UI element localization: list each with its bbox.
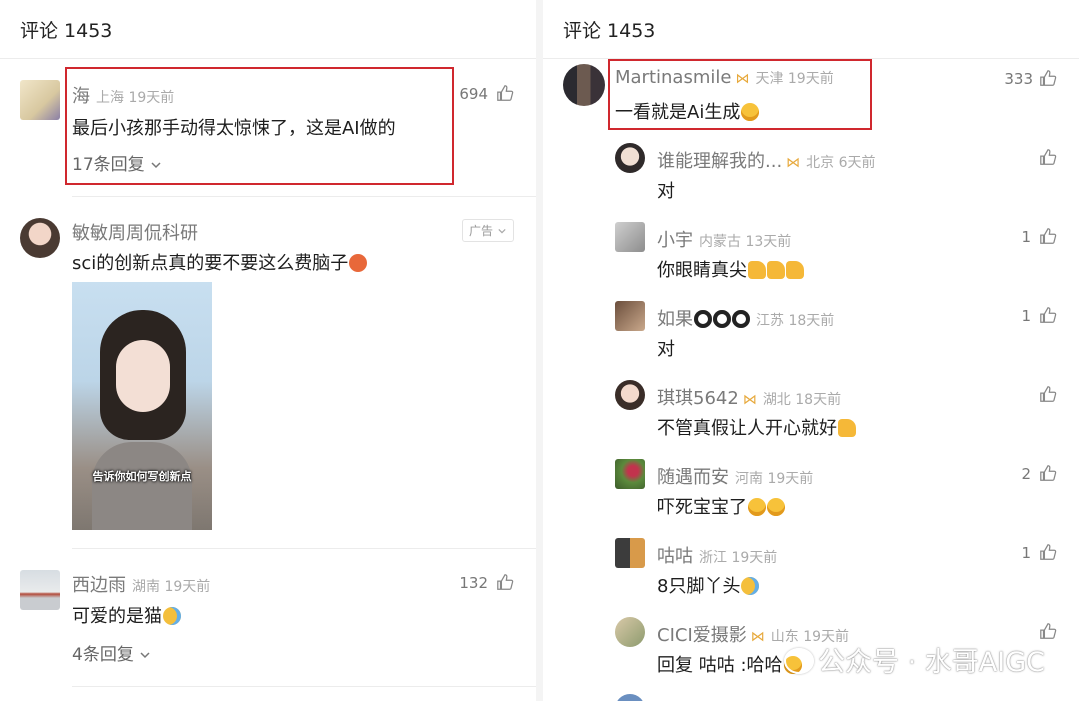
comment-text: 可爱的是猫: [72, 602, 181, 628]
vip-badge-icon: ⋈: [742, 392, 757, 408]
thumbs-up-icon[interactable]: [1039, 306, 1057, 324]
left-comment-panel: 评论 1453 海上海 19天前 694 最后小孩那手动得太惊悚了，这是AI做的…: [0, 0, 536, 701]
grin-emoji: [767, 498, 785, 516]
wechat-icon: [784, 648, 815, 674]
video-caption: 告诉你如何写创新点: [92, 470, 192, 483]
avatar[interactable]: [563, 64, 605, 106]
comment-text: sci的创新点真的要不要这么费脑子: [72, 249, 368, 275]
thumbs-up-icon[interactable]: [1039, 543, 1057, 561]
comments-header: 评论 1453: [563, 20, 656, 42]
highlight-box: [65, 67, 454, 185]
cry-laugh-emoji: [741, 577, 760, 595]
face-shape: [116, 340, 170, 412]
eight-ball-emoji: [713, 310, 731, 328]
thumbs-emoji: [748, 261, 766, 279]
highlight-box: [608, 59, 872, 130]
vip-badge-icon: ⋈: [786, 155, 801, 171]
chevron-down-icon: [498, 228, 506, 234]
reply-text: 你眼睛真尖: [657, 256, 804, 282]
comment-meta: 湖南 19天前: [132, 579, 211, 595]
grin-emoji: [748, 498, 766, 516]
like-count: 132: [459, 574, 488, 592]
comments-header: 评论 1453: [20, 20, 113, 42]
reply-text: 对: [657, 181, 675, 202]
like-count: 333: [1004, 70, 1033, 88]
thumbs-emoji: [786, 261, 804, 279]
avatar[interactable]: [20, 570, 60, 610]
thumbs-up-icon[interactable]: [1039, 148, 1057, 166]
ad-video-thumbnail[interactable]: 告诉你如何写创新点: [72, 282, 212, 530]
right-comment-panel: 评论 1453 Martinasmile ⋈ 天津 19天前 333 一看就是Ai生…: [543, 0, 1079, 701]
reply-text: 对: [657, 339, 675, 360]
reply-text: 吓死宝宝了: [657, 493, 785, 519]
reply-author[interactable]: 咕咕 浙江 19天前: [657, 542, 777, 568]
avatar[interactable]: [615, 301, 645, 331]
thumbs-up-icon[interactable]: [1039, 464, 1057, 482]
thumbs-up-icon[interactable]: [1039, 385, 1057, 403]
avatar[interactable]: [615, 143, 645, 173]
avatar[interactable]: [615, 617, 645, 647]
divider: [72, 548, 536, 549]
angry-emoji: [349, 254, 368, 272]
avatar[interactable]: [615, 538, 645, 568]
reply-author[interactable]: 如果 江苏 18天前: [657, 305, 834, 331]
eight-ball-emoji: [732, 310, 750, 328]
like-count: 1: [1021, 228, 1031, 246]
comment-author[interactable]: 西边雨 湖南 19天前: [72, 571, 210, 597]
divider: [0, 58, 536, 59]
thumbs-emoji: [767, 261, 785, 279]
thumbs-up-icon[interactable]: [1039, 69, 1057, 87]
thumbs-up-icon[interactable]: [496, 573, 514, 591]
reply-text: 8只脚丫头: [657, 572, 760, 598]
thumbs-up-icon[interactable]: [1039, 622, 1057, 640]
comment-author[interactable]: 敏敏周周侃科研: [72, 219, 198, 245]
avatar[interactable]: [615, 459, 645, 489]
reply-author[interactable]: 小宇 内蒙古 13天前: [657, 226, 791, 252]
ad-badge[interactable]: 广告: [462, 219, 514, 242]
chevron-down-icon: [140, 652, 150, 659]
view-replies-button[interactable]: 4条回复: [72, 640, 151, 665]
thumbs-up-icon[interactable]: [496, 84, 514, 102]
avatar[interactable]: [615, 380, 645, 410]
thumbs-up-icon[interactable]: [1039, 227, 1057, 245]
like-count: 1: [1021, 544, 1031, 562]
avatar[interactable]: [615, 694, 645, 701]
watermark: 公众号 · 水哥AIGC: [784, 640, 1045, 679]
avatar[interactable]: [20, 218, 60, 258]
avatar[interactable]: [20, 80, 60, 120]
panel-separator: [536, 0, 543, 701]
reply-text: 不管真假让人开心就好: [657, 414, 856, 440]
eight-ball-emoji: [694, 310, 712, 328]
reply-author[interactable]: 谁能理解我的... ⋈ 北京 6天前: [657, 147, 876, 173]
vip-badge-icon: ⋈: [750, 629, 765, 645]
reply-text: 回复 咕咕 :哈哈: [657, 651, 802, 677]
reply-author[interactable]: 随遇而安 河南 19天前: [657, 463, 813, 489]
thumbs-emoji: [838, 419, 856, 437]
reply-author[interactable]: 琪琪5642 ⋈ 湖北 18天前: [657, 384, 841, 410]
cry-laugh-emoji: [163, 607, 181, 625]
shoulders-shape: [92, 442, 192, 530]
like-count: 1: [1021, 307, 1031, 325]
avatar[interactable]: [615, 222, 645, 252]
divider: [72, 196, 536, 197]
like-count: 2: [1021, 465, 1031, 483]
divider: [72, 686, 536, 687]
like-count: 694: [459, 85, 488, 103]
